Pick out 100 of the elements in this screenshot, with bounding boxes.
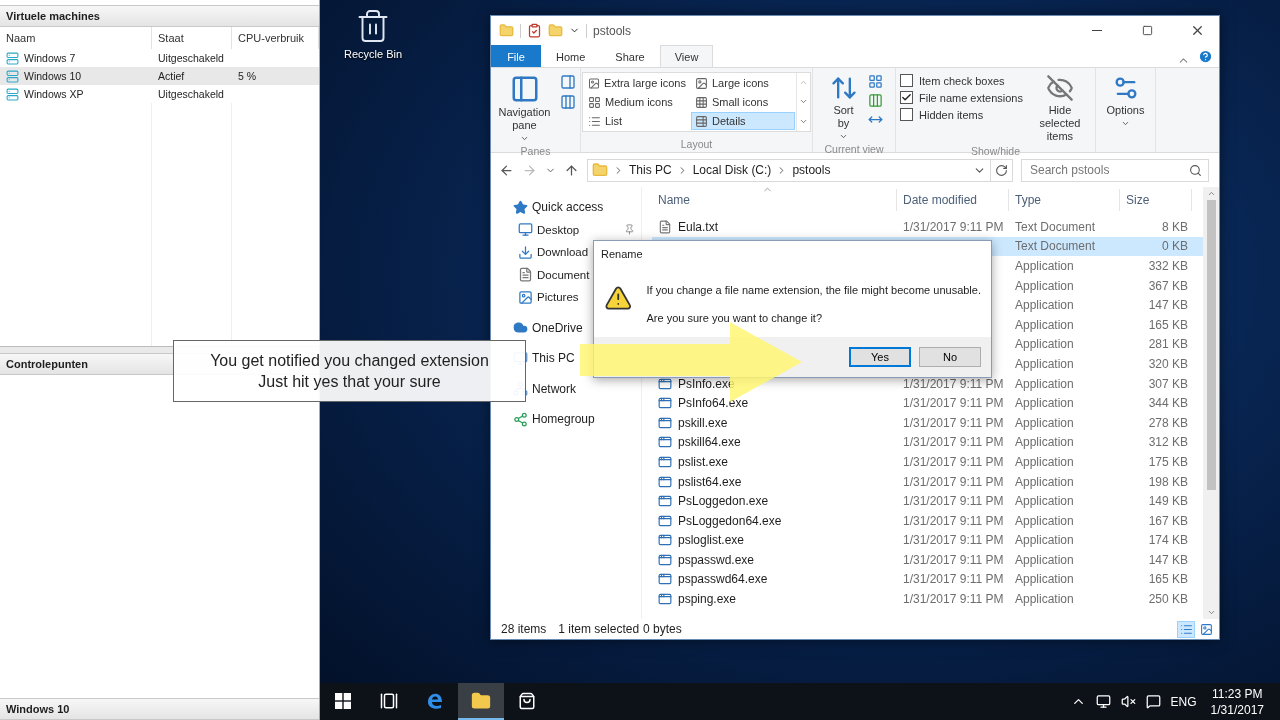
sort-by-button[interactable]: Sort by [825, 72, 862, 143]
window-title: pstools [593, 23, 633, 38]
file-name: pspasswd.exe [678, 552, 755, 567]
column-header[interactable]: Type [1009, 189, 1120, 211]
help-icon[interactable] [1198, 49, 1213, 64]
file-row[interactable]: pslist64.exe 1/31/2017 9:11 PM Application 198 KB [652, 471, 1203, 492]
taskbar-button[interactable] [458, 683, 504, 720]
layout-option[interactable]: List [584, 112, 690, 130]
layout-option[interactable]: Small icons [691, 93, 795, 111]
file-type: Text Document [1014, 239, 1097, 254]
vm-row[interactable]: Windows XP Uitgeschakeld [0, 85, 319, 103]
file-row[interactable]: Eula.txt 1/31/2017 9:11 PM Text Document 8 KB [652, 217, 1203, 237]
file-size: 307 KB [1147, 376, 1189, 391]
dialog-button[interactable]: No [919, 347, 981, 367]
file-row[interactable]: pskill.exe 1/31/2017 9:11 PM Application 278 KB [652, 412, 1203, 433]
column-header[interactable]: CPU-verbruik [232, 27, 319, 49]
ribbon-tab[interactable]: View [659, 45, 714, 67]
group-label: Panes [520, 145, 551, 157]
nav-item[interactable]: OneDrive [491, 316, 641, 339]
app-window-icon [658, 513, 672, 528]
vm-row[interactable]: Windows 7 Uitgeschakeld [0, 49, 319, 67]
minimize-icon [1092, 30, 1102, 31]
navigation-pane-button[interactable]: Navigation pane [495, 72, 554, 145]
vm-name: Windows 10 [24, 70, 82, 82]
up-button[interactable] [564, 162, 579, 178]
details-view-button[interactable] [1177, 620, 1195, 638]
checkbox-option[interactable]: File name extensions [900, 91, 1023, 104]
dialog-title: Rename [600, 247, 644, 262]
file-date: 1/31/2017 9:11 PM [902, 454, 1005, 469]
app-window-icon [658, 376, 672, 391]
column-header[interactable]: Size [1120, 189, 1192, 211]
muted-speaker-icon[interactable] [1120, 694, 1136, 709]
file-type: Application [1014, 298, 1075, 313]
clock[interactable]: 11:23 PM 1/31/2017 [1206, 685, 1268, 718]
breadcrumb[interactable]: pstools [792, 163, 831, 177]
file-date: 1/31/2017 9:11 PM [902, 435, 1005, 450]
network-status-icon[interactable] [1095, 694, 1111, 709]
back-button[interactable] [499, 162, 514, 178]
nav-item[interactable]: Desktop [491, 218, 641, 241]
file-row[interactable]: PsLoggedon.exe 1/31/2017 9:11 PM Application 149 KB [652, 491, 1203, 511]
column-header[interactable]: Date modified [897, 189, 1009, 211]
layout-option[interactable]: Medium icons [584, 93, 690, 111]
file-size: 312 KB [1147, 435, 1189, 450]
layout-option[interactable]: Extra large icons [584, 74, 690, 92]
nav-item[interactable]: Homegroup [491, 408, 641, 431]
view-icon [695, 114, 708, 128]
view-icon [588, 114, 601, 128]
vm-row[interactable]: Windows 10 Actief 5 % [0, 67, 319, 85]
dialog-button[interactable]: Yes [849, 347, 911, 367]
file-name: pspasswd64.exe [678, 572, 768, 587]
file-size: 167 KB [1147, 513, 1189, 528]
checkbox-option[interactable]: Hidden items [900, 108, 1023, 121]
file-size: 278 KB [1147, 415, 1189, 430]
layout-option[interactable]: Large icons [691, 74, 795, 92]
column-header[interactable]: Naam [0, 27, 152, 49]
breadcrumb[interactable]: Local Disk (C:) [692, 163, 772, 177]
view-icon [695, 95, 708, 109]
layout-option[interactable]: Details [691, 112, 795, 130]
details-pane-icon[interactable] [560, 94, 576, 110]
file-row[interactable]: pslist.exe 1/31/2017 9:11 PM Application 175 KB [652, 452, 1203, 472]
ribbon-tab[interactable]: File [491, 45, 541, 67]
search-box[interactable]: Search pstools [1021, 158, 1209, 182]
file-row[interactable]: psloglist.exe 1/31/2017 9:11 PM Application 174 KB [652, 530, 1203, 551]
scrollbar-thumb[interactable] [1206, 200, 1216, 490]
file-size: 281 KB [1147, 337, 1189, 352]
view-icon [695, 76, 708, 90]
vm-state: Actief [157, 70, 186, 82]
properties-icon[interactable] [527, 23, 542, 38]
group-label: Layout [680, 138, 713, 150]
file-row[interactable]: psping.exe 1/31/2017 9:11 PM Application 250 KB [652, 589, 1203, 609]
grid-icon[interactable] [867, 74, 883, 89]
options-button[interactable]: Options [1100, 72, 1151, 130]
file-type: Application [1014, 572, 1075, 587]
notification-icon[interactable] [1145, 694, 1161, 709]
column-header[interactable]: Staat [152, 27, 232, 49]
breadcrumb[interactable]: This PC [629, 163, 672, 177]
address-bar[interactable]: This PC Local Disk (C:) pstools [587, 158, 1013, 182]
file-row[interactable]: PsLoggedon64.exe 1/31/2017 9:11 PM Application 167 KB [652, 510, 1203, 531]
columns-icon[interactable] [867, 93, 883, 108]
column-header[interactable]: Name [652, 189, 897, 211]
file-row[interactable]: PsInfo.exe 1/31/2017 9:11 PM Application 307 KB [652, 373, 1203, 394]
scrollbar[interactable] [1203, 187, 1219, 619]
desktop-icon[interactable]: Recycle Bin [340, 8, 406, 60]
checkbox-option[interactable]: Item check boxes [900, 74, 1023, 87]
app-window-icon [658, 572, 672, 587]
file-row[interactable]: pspasswd.exe 1/31/2017 9:11 PM Application 147 KB [652, 550, 1203, 570]
file-date: 1/31/2017 9:11 PM [902, 513, 1005, 528]
preview-pane-icon[interactable] [560, 74, 576, 90]
file-type: Application [1014, 396, 1075, 411]
file-size: 250 KB [1147, 592, 1189, 607]
file-row[interactable]: pspasswd64.exe 1/31/2017 9:11 PM Application 165 KB [652, 569, 1203, 590]
cloud-icon [513, 320, 528, 336]
hide-selected-items-button[interactable]: Hide selected items [1028, 72, 1091, 145]
language-indicator[interactable]: ENG [1170, 694, 1197, 709]
file-row[interactable]: PsInfo64.exe 1/31/2017 9:11 PM Application 344 KB [652, 393, 1203, 413]
nav-item[interactable]: Document [491, 263, 641, 286]
file-row[interactable]: pskill64.exe 1/31/2017 9:11 PM Application 312 KB [652, 432, 1203, 453]
nav-item[interactable]: Pictures [491, 286, 641, 309]
file-date: 1/31/2017 9:11 PM [902, 494, 1005, 509]
nav-item[interactable]: Quick access [491, 196, 641, 219]
